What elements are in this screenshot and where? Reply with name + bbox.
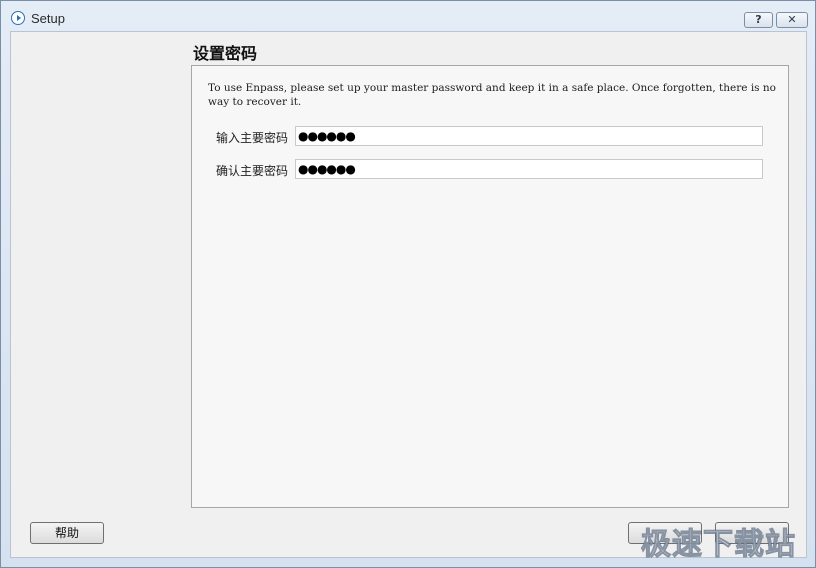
wizard-content: 设置密码 To use Enpass, please set up your m… bbox=[10, 31, 807, 558]
master-password-input[interactable]: ●●●●●● bbox=[295, 126, 763, 146]
page-title: 设置密码 bbox=[193, 44, 258, 63]
title-bar[interactable]: Setup ? ✕ bbox=[1, 1, 815, 31]
close-icon[interactable]: ✕ bbox=[776, 12, 808, 28]
help-icon[interactable]: ? bbox=[744, 12, 773, 28]
help-button[interactable]: 帮助 bbox=[30, 522, 104, 544]
confirm-password-input[interactable]: ●●●●●● bbox=[295, 159, 763, 179]
watermark: 极速下载站 bbox=[641, 527, 796, 563]
password-panel: To use Enpass, please set up your master… bbox=[191, 65, 789, 508]
setup-window: Setup ? ✕ 设置密码 To use Enpass, please set… bbox=[0, 0, 816, 568]
window-title: Setup bbox=[31, 11, 65, 26]
master-password-label: 输入主要密码 bbox=[216, 131, 289, 145]
confirm-password-label: 确认主要密码 bbox=[216, 164, 289, 178]
app-icon bbox=[11, 11, 25, 25]
intro-text: To use Enpass, please set up your master… bbox=[208, 82, 776, 108]
